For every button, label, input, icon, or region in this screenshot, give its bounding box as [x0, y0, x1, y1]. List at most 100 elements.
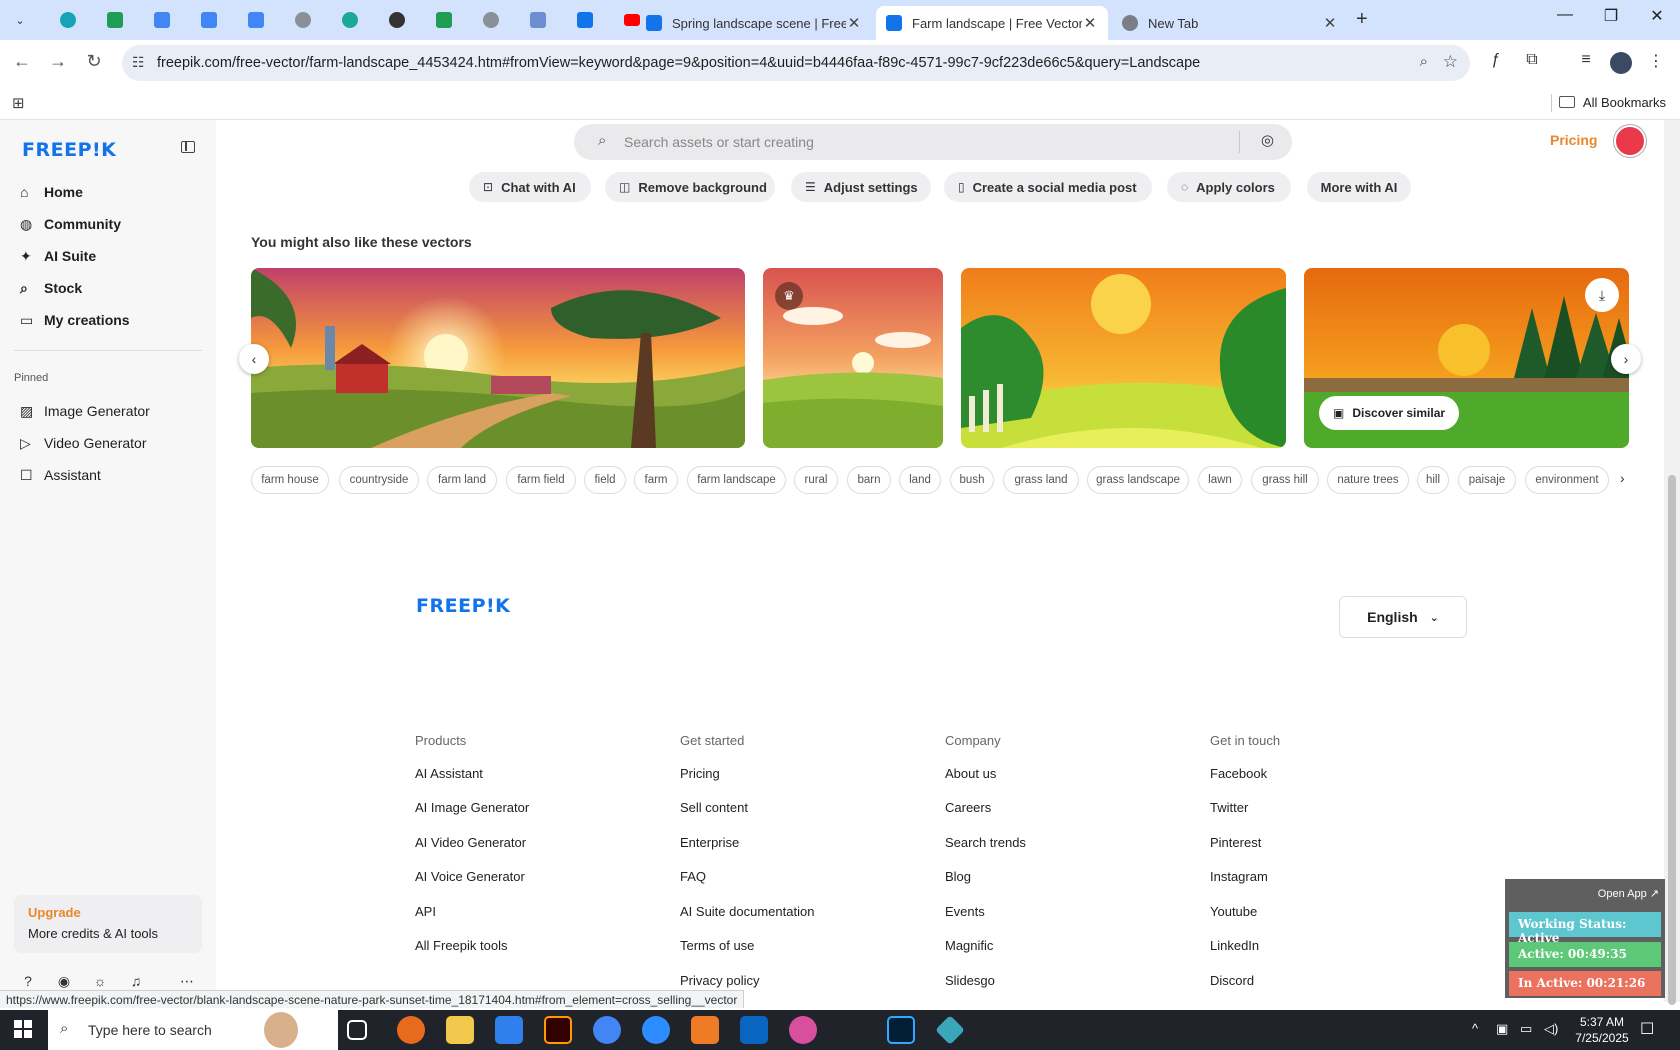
tag-chip[interactable]: paisaje	[1458, 466, 1516, 494]
search-input[interactable]: Search assets or start creating	[624, 134, 814, 150]
sidebar-item-video-generator[interactable]: ▷ Video Generator	[14, 429, 202, 457]
search-bar[interactable]: ⌕ Search assets or start creating ◎	[574, 124, 1292, 160]
more-with-ai-button[interactable]: More with AI	[1307, 172, 1411, 202]
kebab-menu-icon[interactable]: ⋮	[1644, 51, 1668, 71]
pinned-tab-3[interactable]	[138, 8, 185, 32]
tag-chip[interactable]: field	[584, 466, 626, 494]
new-tab-button[interactable]: +	[1356, 8, 1368, 31]
footer-link[interactable]: Enterprise	[680, 835, 739, 850]
tag-chip[interactable]: farm landscape	[687, 466, 786, 494]
pinned-tab-10[interactable]	[467, 8, 514, 32]
taskbar-clock[interactable]: 5:37 AM 7/25/2025	[1566, 1014, 1638, 1046]
restore-button[interactable]: ❐	[1588, 6, 1634, 26]
footer-link[interactable]: Pinterest	[1210, 835, 1261, 850]
close-tab-icon[interactable]: ✕	[1322, 14, 1338, 32]
omnibox[interactable]: ☷ freepik.com/free-vector/farm-landscape…	[122, 45, 1470, 81]
apply-colors-button[interactable]: ◌ Apply colors	[1167, 172, 1291, 202]
footer-link[interactable]: Search trends	[945, 835, 1026, 850]
adjust-settings-button[interactable]: ☰ Adjust settings	[791, 172, 931, 202]
all-bookmarks-button[interactable]: All Bookmarks	[1558, 95, 1666, 110]
close-tab-icon[interactable]: ✕	[1082, 14, 1098, 32]
footer-link[interactable]: AI Assistant	[415, 766, 483, 781]
related-image-2[interactable]: ♛	[763, 268, 943, 448]
tag-chip[interactable]: grass hill	[1251, 466, 1319, 494]
chat-with-ai-button[interactable]: ⊡ Chat with AI	[469, 172, 591, 202]
reload-button[interactable]: ↻	[82, 51, 106, 72]
pinned-tab-4[interactable]	[185, 8, 232, 32]
tag-chip[interactable]: hill	[1417, 466, 1449, 494]
firefox-icon[interactable]	[397, 1016, 425, 1044]
sidebar-item-my-creations[interactable]: ▭ My creations	[14, 306, 202, 334]
pinned-tab-12[interactable]	[561, 8, 608, 32]
footer-link[interactable]: Pricing	[680, 766, 720, 781]
minimize-button[interactable]: —	[1542, 6, 1588, 24]
footer-link[interactable]: Instagram	[1210, 869, 1268, 884]
tab-farm-landscape[interactable]: Farm landscape | Free Vector ✕	[876, 6, 1108, 40]
sidebar-item-assistant[interactable]: ☐ Assistant	[14, 461, 202, 489]
close-window-button[interactable]: ✕	[1634, 6, 1680, 26]
footer-link[interactable]: Careers	[945, 800, 991, 815]
camera-icon[interactable]: ◎	[1261, 131, 1274, 149]
related-image-3[interactable]	[961, 268, 1286, 448]
upgrade-card[interactable]: Upgrade More credits & AI tools	[14, 895, 202, 953]
vscode-icon[interactable]	[495, 1016, 523, 1044]
footer-logo[interactable]: FREEP!K	[416, 595, 510, 617]
pinned-tab-8[interactable]	[373, 8, 420, 32]
xampp-icon[interactable]	[691, 1016, 719, 1044]
tab-spring-landscape[interactable]: Spring landscape scene | Free V ✕	[636, 6, 872, 40]
related-image-1[interactable]	[251, 268, 745, 448]
pen-tool-icon[interactable]	[838, 1016, 866, 1044]
pricing-link[interactable]: Pricing	[1550, 132, 1597, 148]
user-avatar[interactable]	[1614, 125, 1646, 157]
remove-background-button[interactable]: ◫ Remove background	[605, 172, 775, 202]
app-icon[interactable]	[935, 1015, 965, 1045]
sidebar-item-stock[interactable]: ⌕ Stock	[14, 274, 202, 302]
footer-link[interactable]: Privacy policy	[680, 973, 759, 988]
footer-link[interactable]: Sell content	[680, 800, 748, 815]
tray-chevron-up-icon[interactable]: ^	[1472, 1021, 1478, 1036]
tray-monitor-icon[interactable]: ▣	[1496, 1021, 1508, 1037]
footer-link[interactable]: Magnific	[945, 938, 993, 953]
sidebar-item-home[interactable]: ⌂ Home	[14, 178, 202, 206]
tab-search-button[interactable]: ⌄	[8, 8, 32, 32]
footer-link[interactable]: Terms of use	[680, 938, 754, 953]
tab-new-tab[interactable]: New Tab ✕	[1112, 6, 1348, 40]
site-info-icon[interactable]: ☷	[132, 54, 145, 71]
footer-link[interactable]: Events	[945, 904, 985, 919]
outlook-icon[interactable]	[740, 1016, 768, 1044]
pinned-tab-11[interactable]	[514, 8, 561, 32]
freepik-logo[interactable]: FREEP!K	[22, 139, 116, 161]
forward-button[interactable]: →	[46, 51, 70, 72]
sidebar-item-image-generator[interactable]: ▨ Image Generator	[14, 397, 202, 425]
tag-chip[interactable]: lawn	[1198, 466, 1242, 494]
tag-chip[interactable]: grass land	[1003, 466, 1079, 494]
footer-link[interactable]: AI Voice Generator	[415, 869, 525, 884]
tag-chip[interactable]: grass landscape	[1087, 466, 1189, 494]
footer-link[interactable]: AI Image Generator	[415, 800, 529, 815]
sidebar-item-ai-suite[interactable]: ✦ AI Suite	[14, 242, 202, 270]
tag-chip[interactable]: rural	[794, 466, 838, 494]
tag-chip[interactable]: farm	[634, 466, 678, 494]
footer-link[interactable]: LinkedIn	[1210, 938, 1259, 953]
footer-link[interactable]: AI Video Generator	[415, 835, 526, 850]
footer-link[interactable]: Blog	[945, 869, 971, 884]
taskbar-search[interactable]: ⌕ Type here to search	[48, 1010, 338, 1050]
footer-link[interactable]: Discord	[1210, 973, 1254, 988]
close-tab-icon[interactable]: ✕	[846, 14, 862, 32]
discover-similar-button[interactable]: ▣ Discover similar	[1319, 396, 1460, 430]
pinned-tab-6[interactable]	[279, 8, 326, 32]
sidebar-toggle-icon[interactable]	[181, 141, 195, 153]
tag-chip[interactable]: nature trees	[1327, 466, 1409, 494]
file-explorer-icon[interactable]	[446, 1016, 474, 1044]
tray-volume-icon[interactable]: ◁)	[1544, 1021, 1558, 1037]
tag-chip[interactable]: farm house	[251, 466, 329, 494]
zoom-icon[interactable]: ⌕	[1420, 53, 1428, 70]
more-icon[interactable]: ⋯	[176, 973, 198, 990]
puzzle-icon[interactable]: ⧉	[1520, 51, 1544, 69]
taskbar-search-input[interactable]: Type here to search	[88, 1022, 212, 1038]
notification-icon[interactable]: ☐	[1640, 1019, 1654, 1039]
bell-icon[interactable]: ♫	[125, 973, 147, 989]
tag-chip[interactable]: countryside	[339, 466, 419, 494]
download-icon[interactable]: ⤓	[1585, 278, 1619, 312]
bookmark-star-icon[interactable]: ☆	[1443, 52, 1458, 72]
